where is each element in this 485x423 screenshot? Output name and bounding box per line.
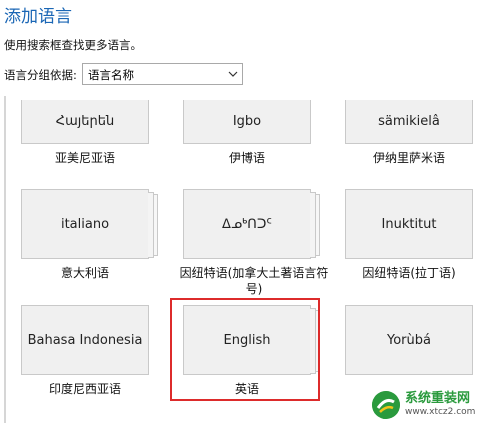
language-caption-igbo: 伊博语 bbox=[228, 151, 265, 165]
group-by-label: 语言分组依据: bbox=[4, 68, 77, 82]
tile-native-name: Igbo bbox=[232, 114, 262, 129]
language-caption-inuktitut-latin: 因纽特语(拉丁语) bbox=[362, 266, 456, 280]
page-title: 添加语言 bbox=[4, 7, 72, 27]
language-tile-inari-sami[interactable]: sämikielâ bbox=[345, 100, 473, 144]
language-caption-inari-sami: 伊纳里萨米语 bbox=[372, 151, 445, 165]
language-tile-armenian[interactable]: Հայերեն bbox=[21, 100, 149, 144]
group-by-select-value: 语言名称 bbox=[88, 68, 134, 82]
language-caption-italian: 意大利语 bbox=[60, 266, 109, 280]
language-caption-armenian: 亚美尼亚语 bbox=[54, 151, 115, 165]
language-tile-yoruba[interactable]: Yorùbá bbox=[345, 305, 473, 375]
watermark: 系统重装网 www.xtcz2.com bbox=[372, 386, 485, 423]
group-by-select[interactable]: 语言名称 bbox=[82, 63, 243, 85]
language-tile-indonesian[interactable]: Bahasa Indonesia bbox=[21, 305, 149, 375]
tile-native-name: Bahasa Indonesia bbox=[27, 332, 143, 348]
watermark-logo-icon bbox=[372, 390, 400, 419]
tile-native-name: ᐃᓄᒃᑎᑐᑦ bbox=[222, 216, 272, 232]
tile-native-name: Inuktitut bbox=[381, 216, 437, 232]
tile-native-name: sämikielâ bbox=[378, 114, 440, 129]
language-tile-igbo[interactable]: Igbo bbox=[183, 100, 311, 144]
list-pane-border bbox=[4, 96, 6, 423]
watermark-name: 系统重装网 bbox=[405, 391, 471, 406]
chevron-down-icon bbox=[228, 71, 238, 77]
language-tile-italian[interactable]: italiano bbox=[21, 189, 158, 259]
tile-native-name: Yorùbá bbox=[387, 332, 431, 348]
selection-highlight-box bbox=[170, 298, 320, 401]
language-caption-indonesian: 印度尼西亚语 bbox=[48, 382, 121, 396]
tile-native-name: Հայերեն bbox=[55, 114, 115, 129]
watermark-url: www.xtcz2.com bbox=[405, 407, 476, 417]
language-tile-inuktitut-latin[interactable]: Inuktitut bbox=[345, 189, 473, 259]
tile-native-name: italiano bbox=[60, 216, 110, 232]
language-tile-inuktitut-syllabics[interactable]: ᐃᓄᒃᑎᑐᑦ bbox=[183, 189, 320, 259]
description-text: 使用搜索框查找更多语言。 bbox=[4, 38, 142, 52]
language-caption-inuktitut-syllabics: 因纽特语(加拿大土著语言符号) bbox=[179, 266, 329, 296]
